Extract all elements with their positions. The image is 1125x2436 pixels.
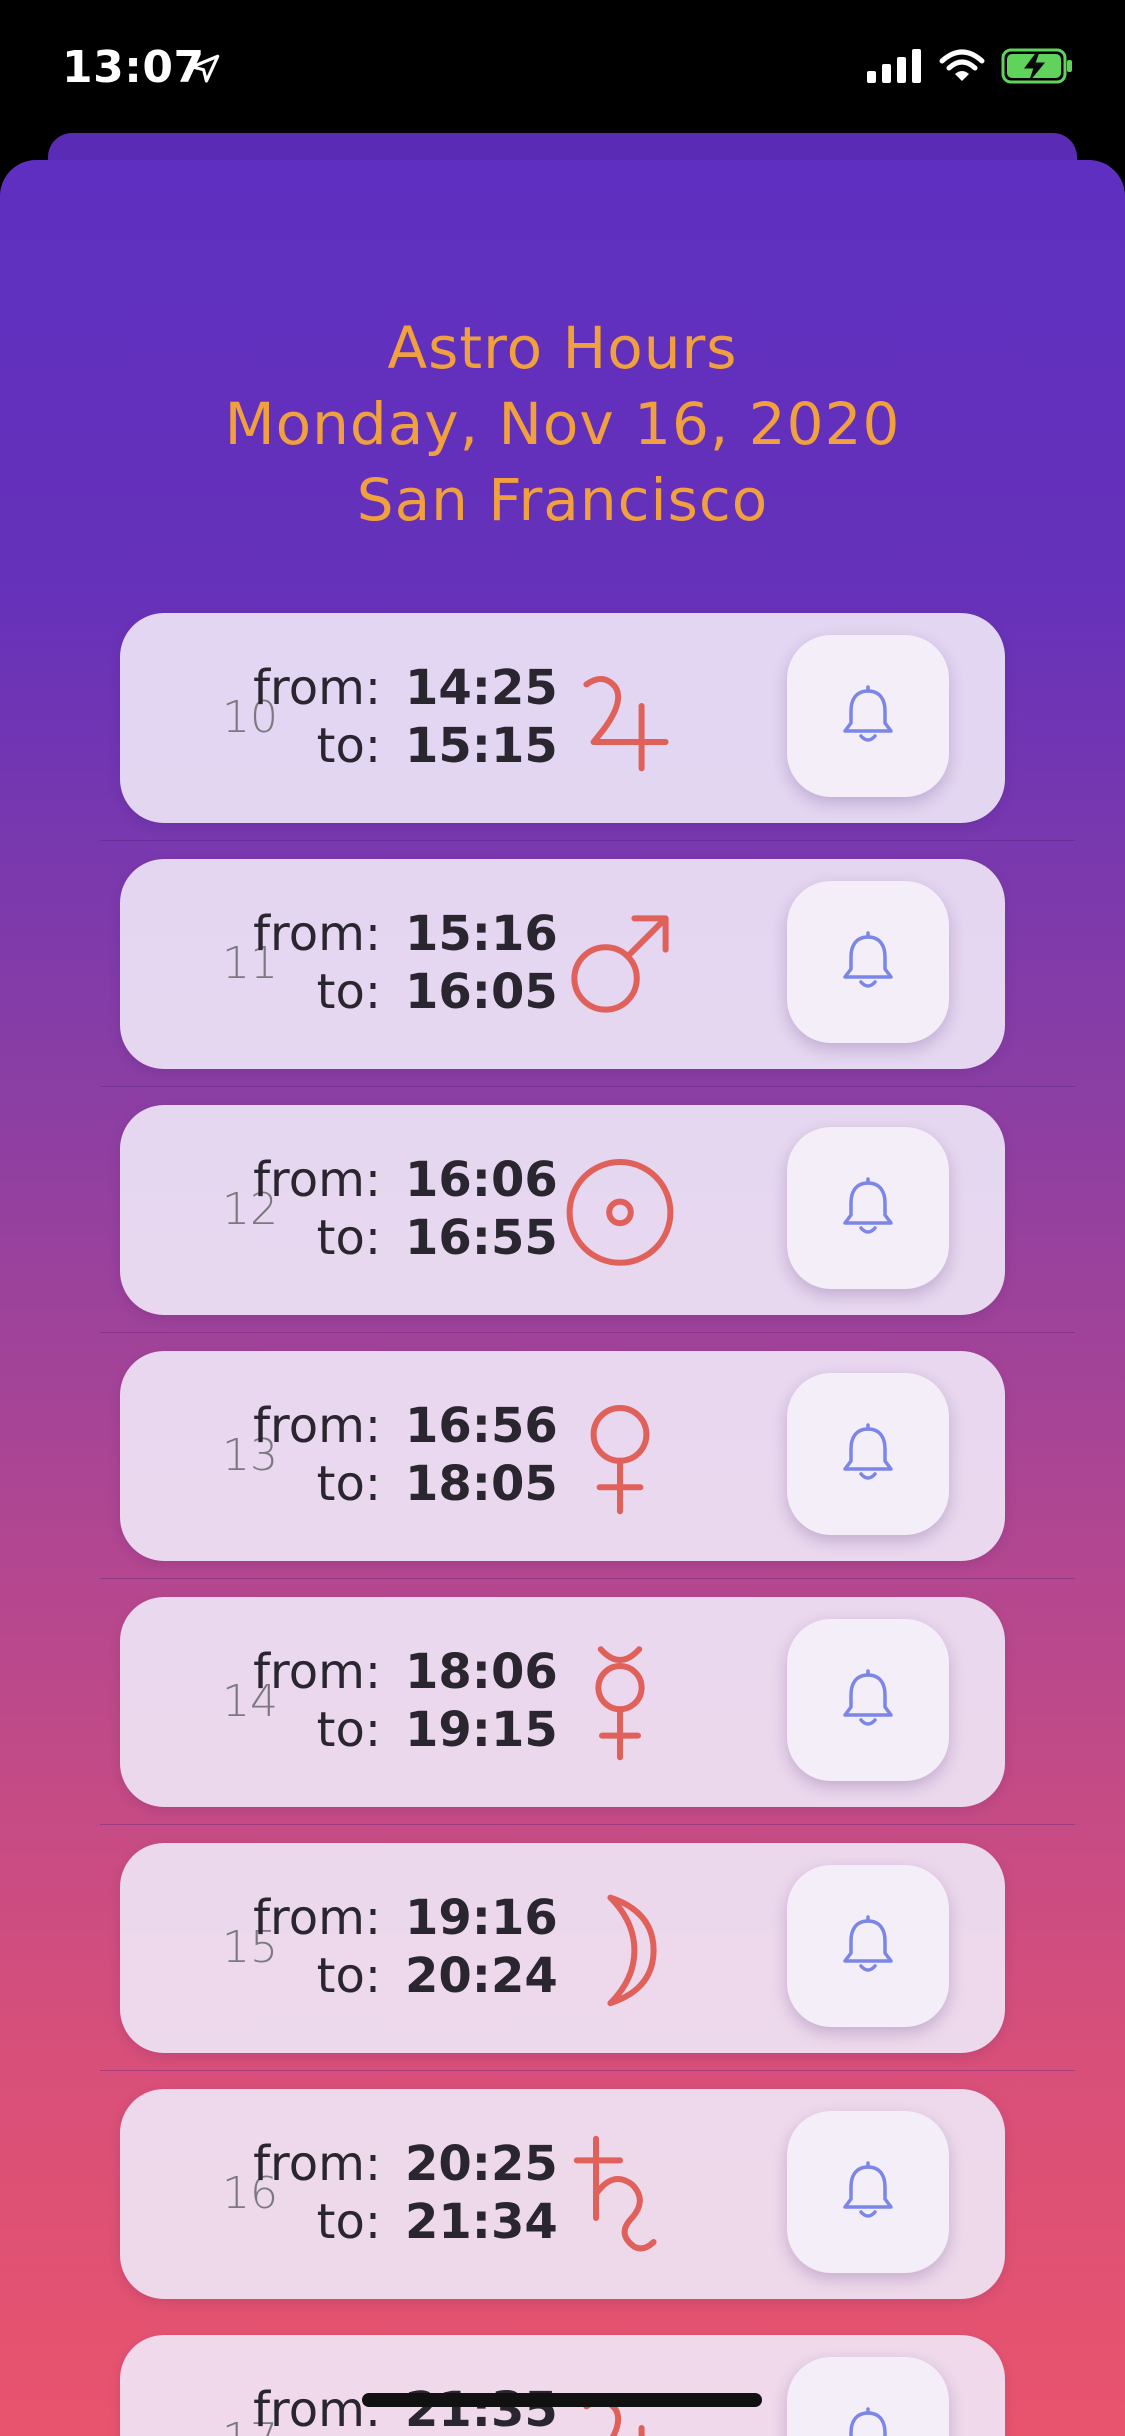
hour-card: 10 from: 14:25 to: 15:15 <box>120 613 1005 823</box>
city-label: San Francisco <box>356 466 769 534</box>
from-time: 16:06 <box>405 1152 558 1208</box>
hour-card: 15 from: 19:16 to: 20:24 <box>120 1843 1005 2053</box>
mercury-icon <box>595 1646 645 1761</box>
row-divider <box>100 1578 1075 1579</box>
bell-icon <box>849 2407 887 2436</box>
from-label: from: <box>253 906 381 962</box>
home-indicator[interactable] <box>362 2393 762 2407</box>
hour-number: 11 <box>222 938 278 989</box>
battery-charging-icon <box>1001 48 1072 84</box>
bell-icon <box>843 1423 893 1480</box>
hour-number: 15 <box>222 1922 278 1973</box>
bell-button[interactable] <box>787 1373 949 1535</box>
from-time: 14:25 <box>405 660 558 716</box>
to-label: to: <box>316 2194 381 2250</box>
from-time: 20:25 <box>405 2136 558 2192</box>
time-range: from:21:35 to: <box>253 2381 558 2436</box>
from-label: from: <box>253 2382 381 2436</box>
mars-icon <box>571 915 669 1013</box>
hour-number: 12 <box>222 1184 278 1235</box>
to-time: 18:05 <box>405 1456 558 1512</box>
bell-icon <box>843 685 893 742</box>
hour-card: 11 from: 15:16 to: 16:05 <box>120 859 1005 1069</box>
status-indicators <box>867 48 1075 84</box>
from-label: from: <box>253 1398 381 1454</box>
from-time: 15:16 <box>405 906 558 962</box>
from-time: 18:06 <box>405 1644 558 1700</box>
hour-number: 14 <box>222 1676 278 1727</box>
from-label: from: <box>253 660 381 716</box>
app-title: Astro Hours <box>387 314 738 382</box>
hour-card: 12 from: 16:06 to: 16:55 <box>120 1105 1005 1315</box>
header: Astro Hours Monday, Nov 16, 2020 San Fra… <box>0 310 1125 538</box>
to-label: to: <box>316 1948 381 2004</box>
row-divider <box>100 1824 1075 1825</box>
to-label: to: <box>316 718 381 774</box>
bell-icon <box>843 2161 893 2218</box>
hour-card: 13 from: 16:56 to: 18:05 <box>120 1351 1005 1561</box>
bell-icon <box>843 1669 893 1726</box>
date-label: Monday, Nov 16, 2020 <box>224 390 901 458</box>
time-range: from: 18:06 to: 19:15 <box>253 1643 558 1759</box>
to-label: to: <box>316 1702 381 1758</box>
time-range: from: 19:16 to: 20:24 <box>253 1889 558 2005</box>
time-range: from: 15:16 to: 16:05 <box>253 905 558 1021</box>
to-time: 20:24 <box>405 1948 558 2004</box>
from-label: from: <box>253 1890 381 1946</box>
bell-icon <box>843 1915 893 1972</box>
row-divider <box>100 1332 1075 1333</box>
time-range: from: 16:06 to: 16:55 <box>253 1151 558 1267</box>
time-range: from: 20:25 to: 21:34 <box>253 2135 558 2251</box>
time-range: from: 16:56 to: 18:05 <box>253 1397 558 1513</box>
hour-number: 10 <box>222 692 278 743</box>
hour-card: 14 from: 18:06 to: 19:15 <box>120 1597 1005 1807</box>
bell-button[interactable] <box>787 1865 949 2027</box>
time-range: from: 14:25 to: 15:15 <box>253 659 558 775</box>
status-time: 13:07 <box>62 42 205 93</box>
moon-icon <box>607 1894 657 2007</box>
venus-icon <box>590 1405 650 1515</box>
hour-number: 16 <box>222 2168 278 2219</box>
hour-card: 17 from:21:35 to: <box>120 2335 1005 2436</box>
bell-icon <box>843 1177 893 1234</box>
hour-card: 16 from: 20:25 to: 21:34 <box>120 2089 1005 2299</box>
location-arrow-icon <box>190 54 220 83</box>
row-divider <box>100 2070 1075 2071</box>
from-time: 19:16 <box>405 1890 558 1946</box>
bell-icon <box>843 931 893 988</box>
jupiter-icon <box>583 2398 645 2436</box>
from-label: from: <box>253 1152 381 1208</box>
status-bar: 13:07 <box>0 0 1125 135</box>
row-divider <box>100 840 1075 841</box>
bell-button[interactable] <box>787 2111 949 2273</box>
bell-button[interactable] <box>787 1619 949 1781</box>
to-label: to: <box>316 1210 381 1266</box>
wifi-icon <box>939 49 985 81</box>
from-label: from: <box>253 1644 381 1700</box>
to-time: 16:05 <box>405 964 558 1020</box>
from-time: 21:35 <box>405 2382 558 2436</box>
to-time: 15:15 <box>405 718 558 774</box>
bell-button[interactable] <box>787 881 949 1043</box>
hour-number: 13 <box>222 1430 278 1481</box>
bell-button[interactable] <box>787 635 949 797</box>
saturn-icon <box>573 2135 657 2252</box>
to-label: to: <box>316 964 381 1020</box>
cellular-signal-icon <box>867 49 921 83</box>
row-divider <box>100 1086 1075 1087</box>
sun-icon <box>566 1159 674 1266</box>
to-time: 16:55 <box>405 1210 558 1266</box>
bell-button[interactable] <box>787 1127 949 1289</box>
bell-button[interactable] <box>787 2357 949 2436</box>
to-label: to: <box>316 1456 381 1512</box>
to-time: 21:34 <box>405 2194 558 2250</box>
main-sheet: Astro Hours Monday, Nov 16, 2020 San Fra… <box>0 160 1125 2436</box>
jupiter-icon <box>583 676 669 772</box>
from-time: 16:56 <box>405 1398 558 1454</box>
to-time: 19:15 <box>405 1702 558 1758</box>
from-label: from: <box>253 2136 381 2192</box>
